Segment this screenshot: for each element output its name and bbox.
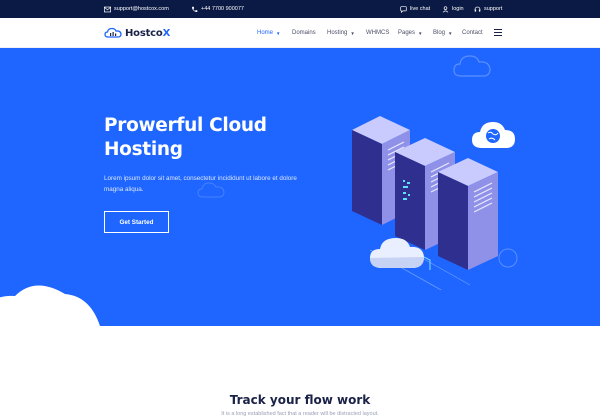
hero-section: Prowerful Cloud Hosting Lorem ipsum dolo… (0, 48, 600, 326)
top-bar: support@hostcox.com +44 7700 900077 live… (0, 0, 600, 18)
nav-blog[interactable]: Blog ▼ (433, 18, 452, 48)
login-label: login (452, 6, 464, 12)
brand-logo[interactable]: HostcoX (104, 24, 170, 42)
phone-icon (192, 6, 198, 12)
chevron-down-icon: ▼ (418, 30, 423, 36)
cloud-outline-icon (453, 55, 491, 77)
mail-icon (104, 6, 111, 12)
phone-contact[interactable]: +44 7700 900077 (191, 0, 244, 18)
nav-home-label: Home (257, 30, 274, 36)
login-link[interactable]: login (442, 0, 464, 18)
nav-blog-label: Blog (433, 30, 446, 36)
get-started-button[interactable]: Get Started (104, 211, 169, 233)
support-label: support (484, 6, 503, 12)
decorative-cloud-shape (0, 285, 100, 326)
headset-icon (474, 6, 481, 12)
chevron-down-icon: ▼ (448, 30, 453, 36)
nav-hosting-label: Hosting (327, 30, 348, 36)
phone-text: +44 7700 900077 (201, 6, 244, 12)
hero-title-line-1: Prowerful Cloud (104, 115, 267, 136)
nav-domains[interactable]: Domains (292, 18, 316, 48)
nav-contact-label: Contact (462, 30, 483, 36)
chevron-down-icon: ▼ (350, 30, 355, 36)
user-icon (442, 5, 449, 13)
support-link[interactable]: support (474, 0, 502, 18)
cloud-logo-icon (104, 27, 122, 38)
chevron-down-icon: ▼ (276, 30, 281, 36)
section-subtitle: It is a long established fact that a rea… (221, 411, 379, 417)
nav-hosting[interactable]: Hosting ▼ (327, 18, 355, 48)
server-cloud-illustration (352, 116, 518, 290)
nav-home[interactable]: Home ▼ (257, 18, 280, 48)
nav-pages-label: Pages (398, 30, 416, 36)
brand-name: HostcoX (125, 27, 171, 39)
live-chat-link[interactable]: live chat (400, 0, 430, 18)
email-text: support@hostcox.com (114, 6, 169, 12)
nav-contact[interactable]: Contact (462, 18, 483, 48)
email-contact[interactable]: support@hostcox.com (104, 0, 169, 18)
section-title: Track your flow work (229, 393, 371, 407)
main-navbar: HostcoX Home ▼ Domains Hosting ▼ WHMCS Pag… (0, 18, 600, 48)
live-chat-label: live chat (410, 6, 431, 12)
hamburger-icon[interactable] (494, 29, 502, 36)
hero-subtitle: Lorem ipsum dolor sit amet, consectetur … (104, 175, 297, 193)
nav-whmcs-label: WHMCS (366, 30, 390, 36)
nav-pages[interactable]: Pages ▼ (398, 18, 422, 48)
hero-title: Prowerful Cloud Hosting (104, 114, 324, 162)
nav-whmcs[interactable]: WHMCS (366, 18, 389, 48)
chat-icon (400, 5, 407, 13)
nav-domains-label: Domains (292, 30, 316, 36)
hero-title-line-2: Hosting (104, 139, 183, 160)
